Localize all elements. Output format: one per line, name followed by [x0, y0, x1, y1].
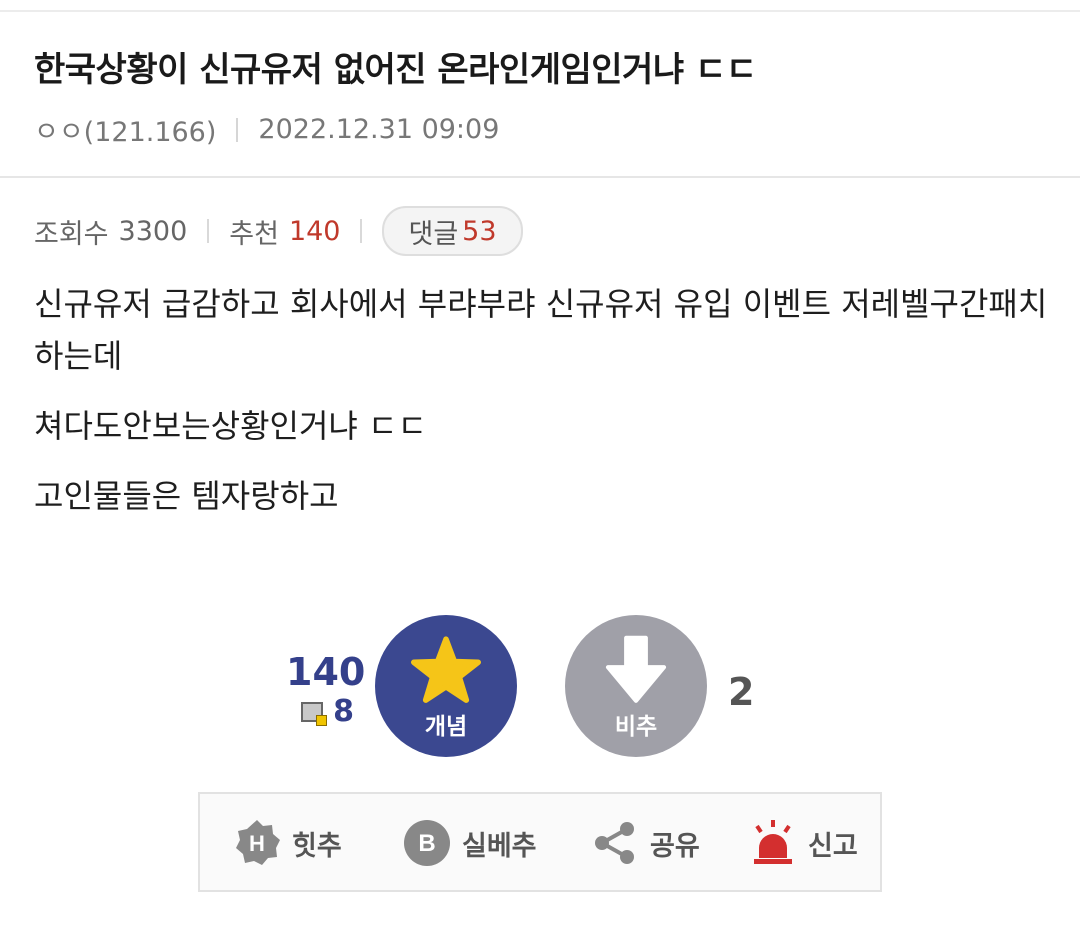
downvote-count: 2	[728, 670, 755, 714]
post-body: 신규유저 급감하고 회사에서 부랴부랴 신규유저 유입 이벤트 저레벨구간패치 …	[34, 278, 1054, 540]
arrow-down-icon	[605, 635, 667, 703]
hexagon-h-icon: H	[236, 820, 280, 865]
downvote-label: 비추	[614, 714, 658, 740]
body-paragraph: 신규유저 급감하고 회사에서 부랴부랴 신규유저 유입 이벤트 저레벨구간패치 …	[34, 285, 1048, 375]
views-count: 3300	[118, 215, 188, 247]
comments-count: 53	[462, 215, 497, 247]
best-recommend-button[interactable]: B 실베추	[402, 818, 537, 868]
upvote-label: 개념	[424, 714, 468, 740]
gallog-upvote-count: 8	[333, 694, 354, 729]
downvote-button[interactable]: 비추	[565, 615, 707, 757]
best-label: 실베추	[462, 830, 537, 862]
svg-text:B: B	[418, 830, 435, 857]
post-meta: ㅇㅇ(121.166) 2022.12.31 09:09	[34, 110, 499, 149]
body-paragraph: 쳐다도안보는상황인거냐 ㄷㄷ	[34, 407, 427, 445]
share-button[interactable]: 공유	[590, 818, 700, 868]
stats-separator	[207, 219, 210, 243]
post-stats: 조회수 3300 추천 140 댓글 53	[34, 206, 523, 256]
views-label: 조회수	[34, 218, 109, 250]
post-title: 한국상황이 신규유저 없어진 온라인게임인거냐 ㄷㄷ	[34, 50, 757, 90]
recommend-label: 추천	[229, 218, 279, 250]
comments-label: 댓글	[408, 218, 459, 250]
post-date: 2022.12.31 09:09	[258, 114, 500, 145]
comments-button[interactable]: 댓글 53	[382, 206, 523, 256]
stats-separator	[360, 219, 363, 243]
hit-recommend-button[interactable]: H 힛추	[232, 818, 342, 868]
upvote-button[interactable]: 개념	[375, 615, 517, 757]
gallog-upvotes: 8	[286, 694, 354, 730]
body-paragraph: 고인물들은 템자랑하고	[34, 477, 339, 515]
action-bar: H 힛추 B 실베추 공유 신고	[198, 792, 882, 892]
svg-text:H: H	[249, 831, 265, 856]
report-label: 신고	[808, 830, 858, 862]
author-name[interactable]: ㅇㅇ(121.166)	[34, 110, 216, 149]
meta-separator	[236, 117, 239, 142]
top-rule	[0, 10, 1080, 12]
upvote-count: 140	[286, 650, 366, 694]
report-button[interactable]: 신고	[748, 818, 858, 868]
star-icon	[411, 636, 481, 703]
siren-icon	[754, 820, 792, 864]
header-divider	[0, 176, 1080, 178]
circle-b-icon: B	[404, 820, 450, 866]
share-icon	[595, 822, 634, 864]
share-label: 공유	[650, 830, 700, 862]
upvote-stats: 140 8	[286, 650, 366, 730]
gallog-icon	[301, 702, 328, 726]
recommend-count: 140	[288, 215, 341, 247]
hit-label: 힛추	[292, 830, 342, 862]
